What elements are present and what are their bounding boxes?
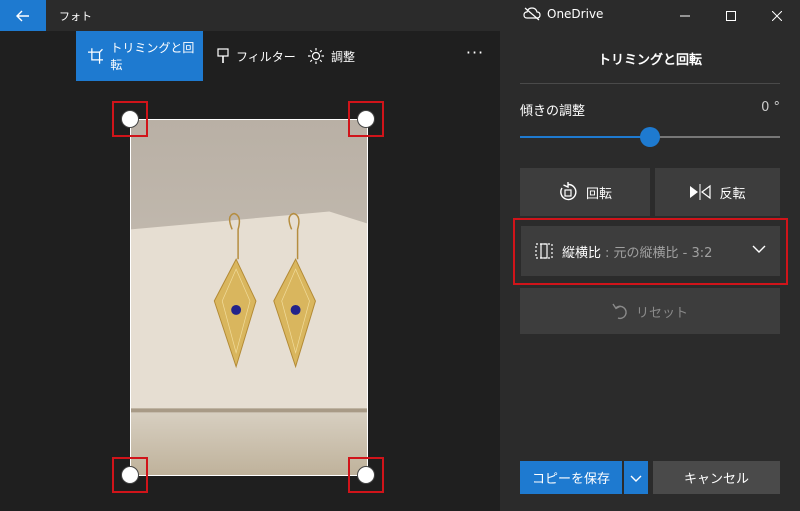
flip-label: 反転	[719, 186, 746, 202]
maximize-icon	[726, 10, 736, 21]
title-bar: フォト OneDrive	[0, 0, 800, 31]
rotate-icon	[560, 182, 577, 201]
onedrive-status[interactable]: OneDrive	[523, 7, 603, 21]
crop-icon	[88, 48, 104, 64]
tab-label: 調整	[331, 49, 356, 64]
rotate-label: 回転	[585, 186, 612, 202]
tilt-value: 0 °	[761, 100, 780, 115]
flip-button[interactable]: 反転	[655, 168, 780, 216]
crop-handle-top-right[interactable]	[348, 101, 384, 137]
tilt-slider-thumb[interactable]	[640, 127, 660, 147]
onedrive-label: OneDrive	[547, 7, 604, 21]
chevron-down-icon	[752, 245, 766, 253]
filter-brush-icon	[217, 48, 229, 63]
back-arrow-icon	[16, 10, 29, 21]
tab-label: トリミングと回転	[110, 41, 195, 72]
close-button[interactable]	[754, 0, 800, 31]
reset-label: リセット	[635, 305, 688, 321]
close-icon	[772, 10, 782, 21]
tab-crop-rotate[interactable]: トリミングと回転	[76, 31, 203, 81]
maximize-button[interactable]	[708, 0, 754, 31]
save-copy-button[interactable]: コピーを保存	[520, 461, 622, 494]
aspect-ratio-highlight: 縦横比 : 元の縦横比 - 3:2	[513, 218, 788, 285]
aspect-ratio-dropdown[interactable]: 縦横比 : 元の縦横比 - 3:2	[521, 226, 780, 276]
cancel-button[interactable]: キャンセル	[653, 461, 780, 494]
handle-dot	[121, 466, 139, 484]
more-options-button[interactable]: ···	[462, 43, 488, 63]
panel-title: トリミングと回転	[597, 53, 702, 68]
divider	[520, 83, 780, 84]
tab-adjust[interactable]: 調整	[308, 31, 355, 81]
handle-dot	[121, 110, 139, 128]
minimize-button[interactable]	[662, 0, 708, 31]
tab-label: フィルター	[236, 49, 296, 64]
tilt-label: 傾きの調整	[520, 104, 586, 119]
crop-handle-top-left[interactable]	[112, 101, 148, 137]
cloud-off-icon	[523, 7, 541, 21]
crop-frame[interactable]	[130, 119, 368, 476]
brightness-icon	[308, 48, 324, 64]
handle-dot	[357, 110, 375, 128]
back-button[interactable]	[0, 0, 46, 31]
app-title: フォト	[59, 10, 92, 23]
reset-button[interactable]: リセット	[520, 288, 780, 334]
crop-handle-bottom-left[interactable]	[112, 457, 148, 493]
tilt-slider-fill	[520, 136, 650, 138]
save-options-dropdown[interactable]	[624, 461, 648, 494]
rotate-button[interactable]: 回転	[520, 168, 650, 216]
photo-image	[131, 120, 367, 475]
editor-canvas: トリミングと回転 フィルター 調整 ···	[0, 31, 500, 511]
aspect-ratio-value: : 元の縦横比 - 3:2	[605, 245, 713, 261]
chevron-down-icon	[630, 475, 642, 482]
crop-rotate-panel: トリミングと回転 傾きの調整 0 ° 回転 反転 縦横比 : 元の縦横比 - 3…	[500, 31, 800, 511]
reset-icon	[612, 303, 627, 320]
tab-filter[interactable]: フィルター	[217, 31, 296, 81]
flip-icon	[690, 184, 712, 200]
aspect-ratio-icon	[535, 243, 553, 259]
minimize-icon	[680, 15, 690, 16]
aspect-ratio-label: 縦横比	[562, 245, 602, 261]
crop-handle-bottom-right[interactable]	[348, 457, 384, 493]
handle-dot	[357, 466, 375, 484]
